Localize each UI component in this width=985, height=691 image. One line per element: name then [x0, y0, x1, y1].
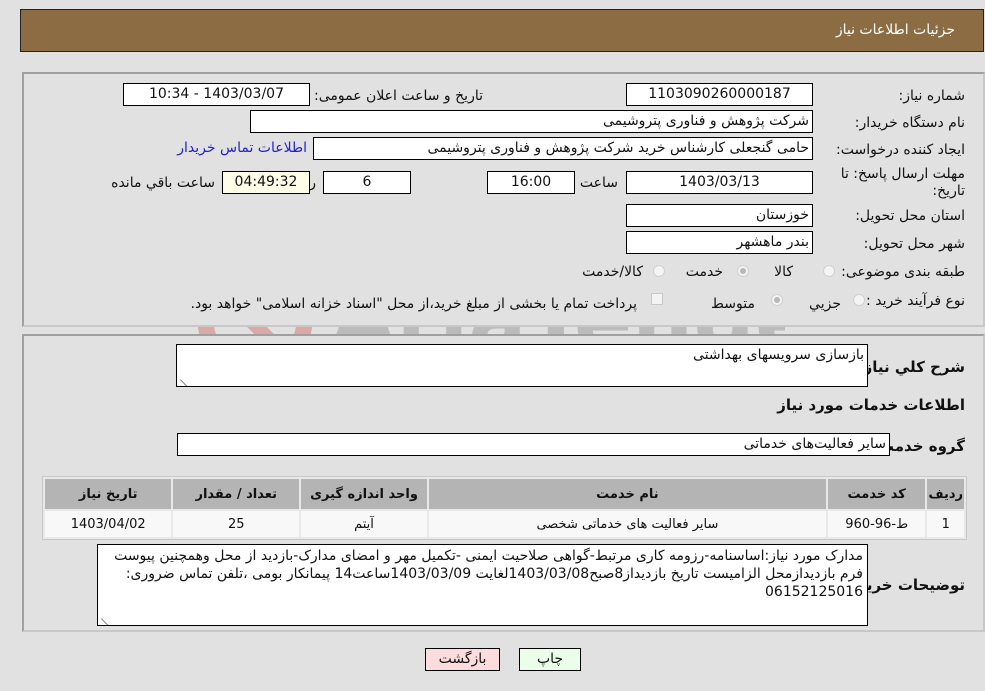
col-service-name: نام خدمت — [428, 479, 826, 509]
page-header: جزئیات اطلاعات نیاز — [20, 9, 984, 52]
announce-datetime-label: تاریخ و ساعت اعلان عمومی: — [314, 88, 483, 104]
resize-handle-icon[interactable] — [180, 372, 188, 380]
city-field: بندر ماهشهر — [626, 231, 813, 254]
category-option-service: خدمت — [685, 264, 723, 280]
process-option-medium: متوسط — [711, 296, 755, 312]
col-quantity: تعداد / مقدار — [173, 479, 300, 509]
col-need-date: تاریخ نیاز — [45, 479, 172, 509]
services-table: ردیف کد خدمت نام خدمت واحد اندازه گیری ت… — [42, 476, 967, 540]
service-group-field: سایر فعالیت‌های خدماتی — [177, 433, 890, 456]
deadline-date-field: 1403/03/13 — [626, 171, 813, 194]
page-title: جزئیات اطلاعات نیاز — [835, 22, 955, 38]
buyer-notes-text: مدارک مورد نیاز:اساسنامه-رزومه کاری مرتب… — [114, 548, 863, 600]
cell-service-code: ط-96-960 — [827, 511, 926, 537]
back-button[interactable]: بازگشت — [425, 648, 500, 671]
treasury-payment-note: پرداخت تمام یا بخشی از مبلغ خرید،از محل … — [190, 296, 637, 312]
city-label: شهر محل تحویل: — [863, 236, 965, 252]
province-label: استان محل تحویل: — [855, 208, 965, 224]
category-option-goods: کالا — [774, 264, 793, 280]
cell-need-date: 1403/04/02 — [45, 511, 172, 537]
category-radio-goods-service[interactable] — [653, 265, 665, 277]
buyer-notes-textarea[interactable]: مدارک مورد نیاز:اساسنامه-رزومه کاری مرتب… — [97, 544, 868, 626]
cell-quantity: 25 — [173, 511, 300, 537]
need-number-label: شماره نیاز: — [898, 88, 966, 104]
cell-unit: آیتم — [301, 511, 427, 537]
deadline-time-label: ساعت — [579, 175, 618, 191]
deadline-label: مهلت ارسال پاسخ: تا تاریخ: — [840, 166, 965, 199]
treasury-payment-checkbox[interactable] — [651, 293, 663, 305]
requester-field: حامی گنجعلی کارشناس خرید شرکت پژوهش و فن… — [313, 137, 813, 160]
deadline-time-field: 16:00 — [487, 171, 575, 194]
print-button[interactable]: چاپ — [519, 648, 581, 671]
remaining-time-field: 04:49:32 — [222, 171, 310, 194]
province-field: خوزستان — [626, 204, 813, 227]
summary-text: بازسازی سرویسهای بهداشتی — [692, 347, 864, 363]
buyer-org-field: شرکت پژوهش و فناوری پتروشیمی — [250, 110, 813, 133]
summary-label: شرح کلي نیاز: — [857, 358, 965, 376]
need-number-field: 1103090260000187 — [626, 83, 813, 106]
need-info-panel: شماره نیاز: 1103090260000187 تاریخ و ساع… — [22, 72, 985, 327]
category-option-goods-service: کالا/خدمت — [582, 264, 643, 280]
remaining-days-field: 6 — [323, 171, 411, 194]
resize-handle-icon[interactable] — [101, 611, 109, 619]
col-unit: واحد اندازه گیری — [301, 479, 427, 509]
category-radio-service[interactable] — [737, 265, 749, 277]
process-label: نوع فرآیند خرید : — [866, 293, 965, 309]
cell-service-name: سایر فعالیت های خدماتی شخصی — [428, 511, 826, 537]
summary-textarea[interactable]: بازسازی سرویسهای بهداشتی — [176, 344, 868, 387]
announce-datetime-field: 1403/03/07 - 10:34 — [123, 83, 310, 106]
table-row: 1 ط-96-960 سایر فعالیت های خدماتی شخصی آ… — [45, 511, 964, 537]
category-label: طبقه بندی موضوعی: — [841, 264, 965, 280]
process-radio-minor[interactable] — [853, 294, 865, 306]
need-details-panel: شرح کلي نیاز: بازسازی سرویسهای بهداشتی ا… — [22, 334, 985, 632]
process-option-minor: جزيي — [809, 296, 841, 312]
process-radio-medium[interactable] — [771, 294, 783, 306]
requester-label: ایجاد کننده درخواست: — [836, 142, 965, 158]
col-service-code: کد خدمت — [827, 479, 926, 509]
services-table-header: ردیف کد خدمت نام خدمت واحد اندازه گیری ت… — [45, 479, 964, 509]
buyer-contact-link[interactable]: اطلاعات تماس خریدار — [177, 140, 307, 156]
col-row-number: ردیف — [927, 479, 964, 509]
buyer-org-label: نام دستگاه خریدار: — [854, 115, 965, 131]
remaining-time-label: ساعت باقي مانده — [111, 175, 215, 191]
category-radio-goods[interactable] — [823, 265, 835, 277]
cell-row-number: 1 — [927, 511, 964, 537]
services-heading: اطلاعات خدمات مورد نیاز — [777, 396, 965, 414]
